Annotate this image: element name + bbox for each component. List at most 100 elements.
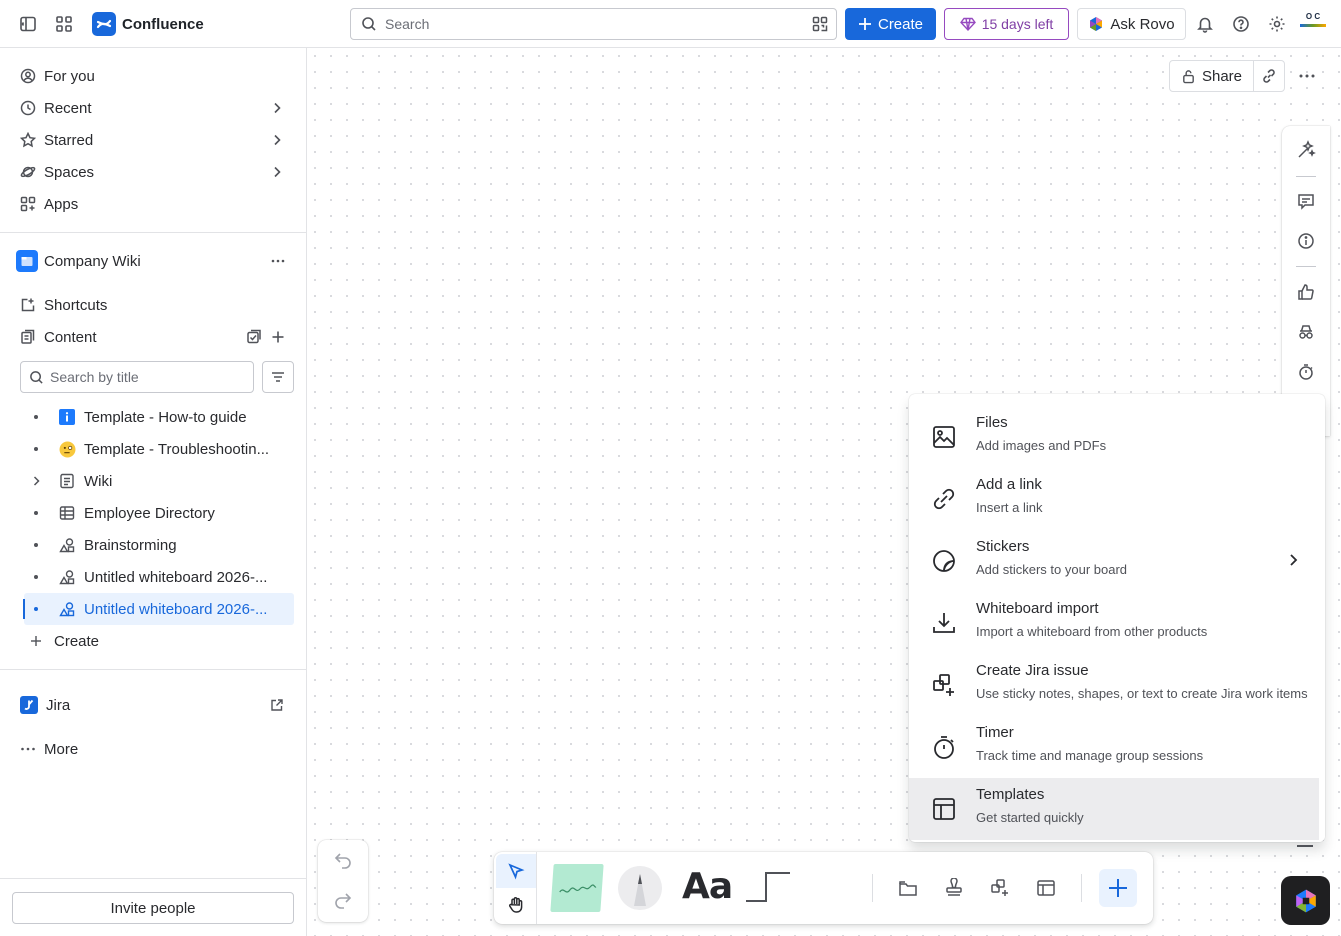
more-actions-icon[interactable] (1295, 64, 1319, 88)
menu-item-desc: Track time and manage group sessions (976, 748, 1204, 763)
frame-tool-icon[interactable] (896, 876, 920, 900)
sidebar-item-more[interactable]: More (12, 733, 294, 765)
tree-item[interactable]: Wiki (24, 465, 294, 497)
checklist-icon[interactable] (246, 329, 262, 345)
redo-icon[interactable] (332, 889, 354, 911)
menu-scrollbar[interactable] (1319, 476, 1325, 842)
title-search-input[interactable] (50, 369, 240, 385)
qr-scan-icon[interactable] (812, 16, 828, 32)
sidebar-item-apps[interactable]: Apps (12, 188, 294, 220)
user-avatar[interactable]: O C (1300, 12, 1326, 36)
more-dots-icon (21, 747, 35, 751)
incognito-icon[interactable] (1294, 320, 1318, 344)
tree-item-label: Brainstorming (84, 536, 177, 554)
tree-item[interactable]: Employee Directory (24, 497, 294, 529)
menu-item-title: Add a link (976, 476, 1042, 493)
menu-item-title: Whiteboard import (976, 600, 1099, 617)
tree-item-label: Untitled whiteboard 2026-... (84, 600, 268, 618)
comment-icon[interactable] (1294, 189, 1318, 213)
external-link-icon[interactable] (270, 698, 284, 712)
gem-icon (959, 17, 976, 32)
menu-item-timer[interactable]: Timer Track time and manage group sessio… (909, 716, 1319, 778)
chevron-right-icon[interactable] (270, 133, 284, 147)
info-circle-icon[interactable] (1294, 229, 1318, 253)
whiteboard-icon (58, 536, 76, 554)
sidebar-toggle-icon[interactable] (16, 12, 40, 36)
tree-item-label: Template - How-to guide (84, 408, 247, 426)
undo-icon[interactable] (332, 849, 354, 871)
tree-item[interactable]: Brainstorming (24, 529, 294, 561)
confluence-logo[interactable]: Confluence (92, 12, 204, 36)
app-switcher-icon[interactable] (52, 12, 76, 36)
create-button[interactable]: Create (845, 8, 936, 40)
global-search[interactable] (350, 8, 837, 40)
menu-item-desc: Get started quickly (976, 810, 1084, 825)
page-icon (58, 472, 76, 490)
tree-create-button[interactable]: Create (24, 625, 294, 657)
tree-create-label: Create (54, 632, 100, 650)
undo-redo-panel (318, 840, 368, 922)
thumbs-up-icon[interactable] (1294, 280, 1318, 304)
select-tool-icon[interactable] (496, 854, 536, 888)
toolbar-divider (1081, 874, 1082, 902)
sidebar: For you Recent Starred Spaces Apps Compa… (0, 48, 307, 936)
create-button-label: Create (877, 15, 924, 33)
ask-rovo-button[interactable]: Ask Rovo (1077, 8, 1186, 40)
zoom-out-icon[interactable] (1297, 845, 1313, 847)
add-content-icon[interactable] (270, 329, 286, 345)
hand-tool-icon[interactable] (496, 888, 536, 922)
sidebar-item-starred[interactable]: Starred (12, 124, 294, 156)
filter-button[interactable] (262, 361, 294, 393)
menu-item-whiteboard-import[interactable]: Whiteboard import Import a whiteboard fr… (909, 592, 1319, 654)
insert-plus-button[interactable] (1099, 869, 1137, 907)
help-icon[interactable] (1229, 12, 1253, 36)
sidebar-item-label: Content (44, 328, 97, 346)
sidebar-item-recent[interactable]: Recent (12, 92, 294, 124)
pen-tool-icon[interactable] (618, 866, 662, 910)
settings-gear-icon[interactable] (1265, 12, 1289, 36)
timer-icon[interactable] (1294, 360, 1318, 384)
title-search-field[interactable] (20, 361, 254, 393)
toolbar-divider (872, 874, 873, 902)
chevron-right-icon[interactable] (270, 165, 284, 179)
invite-people-button[interactable]: Invite people (12, 892, 294, 924)
space-header[interactable]: Company Wiki (12, 245, 294, 277)
menu-item-templates[interactable]: Templates Get started quickly (909, 778, 1319, 840)
share-button[interactable]: Share (1169, 60, 1254, 92)
sidebar-divider (0, 878, 306, 879)
sidebar-item-spaces[interactable]: Spaces (12, 156, 294, 188)
rovo-chat-button[interactable] (1281, 876, 1330, 925)
expand-chevron-icon[interactable] (24, 475, 48, 487)
sidebar-item-for-you[interactable]: For you (12, 60, 294, 92)
sticky-note-tool[interactable] (550, 864, 604, 912)
rail-divider (1296, 176, 1316, 177)
template-tool-icon[interactable] (1034, 876, 1058, 900)
tree-item[interactable]: Untitled whiteboard 2026-... (24, 561, 294, 593)
menu-item-add-link[interactable]: Add a link Insert a link (909, 468, 1319, 530)
tree-item[interactable]: Template - Troubleshootin... (24, 433, 294, 465)
ai-sparkle-icon[interactable] (1294, 138, 1318, 162)
menu-item-create-jira-issue[interactable]: Create Jira issue Use sticky notes, shap… (909, 654, 1319, 716)
trial-button[interactable]: 15 days left (944, 8, 1069, 40)
notifications-bell-icon[interactable] (1193, 12, 1217, 36)
connector-tool-icon[interactable] (744, 870, 792, 904)
stamp-tool-icon[interactable] (942, 876, 966, 900)
tree-item-active[interactable]: Untitled whiteboard 2026-... (23, 593, 294, 625)
pen-shape-icon (634, 874, 646, 906)
copy-link-button[interactable] (1253, 60, 1285, 92)
timer-icon (934, 736, 954, 759)
menu-item-stickers[interactable]: Stickers Add stickers to your board (909, 530, 1319, 592)
sidebar-item-jira[interactable]: Jira (12, 689, 294, 721)
sidebar-divider (0, 232, 306, 233)
more-options-icon[interactable] (270, 253, 286, 269)
tree-item[interactable]: Template - How-to guide (24, 401, 294, 433)
ask-rovo-label: Ask Rovo (1110, 15, 1175, 33)
sidebar-item-label: Spaces (44, 163, 95, 181)
sidebar-item-content[interactable]: Content (12, 321, 294, 353)
chevron-right-icon[interactable] (270, 101, 284, 115)
text-tool[interactable]: Aa (682, 866, 733, 907)
search-input[interactable] (385, 16, 785, 32)
sidebar-item-shortcuts[interactable]: Shortcuts (12, 289, 294, 321)
menu-item-files[interactable]: Files Add images and PDFs (909, 406, 1319, 468)
jira-issue-tool-icon[interactable] (988, 876, 1012, 900)
